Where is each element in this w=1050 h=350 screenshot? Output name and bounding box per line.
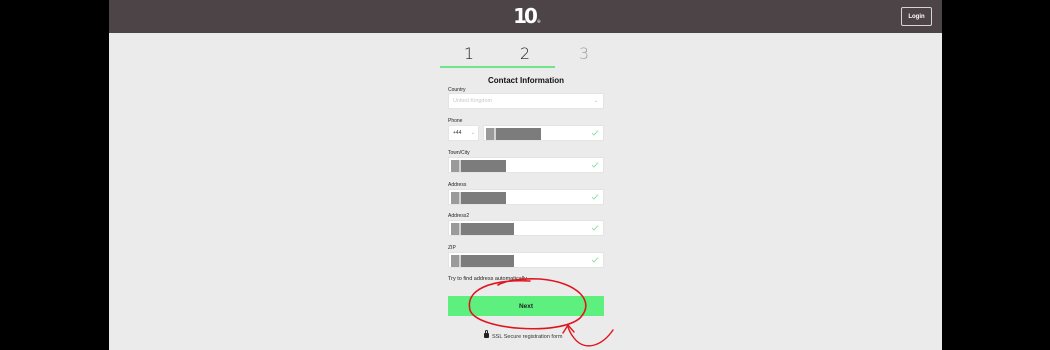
registration-stepper: 1 2 3 [440,44,610,68]
step-1: 1 [463,44,475,63]
check-icon [591,257,599,263]
login-button[interactable]: Login [901,7,932,26]
find-address-link[interactable]: Try to find address automatically [448,276,527,282]
country-value: United Kingdom [453,98,493,104]
next-button[interactable]: Next [448,296,604,316]
redacted-value [451,160,506,172]
brand-logo[interactable]: 10 ® [512,4,542,28]
phone-input[interactable] [483,125,604,141]
zip-input[interactable] [448,252,604,268]
step-progress-line [440,66,555,68]
country-select[interactable]: United Kingdom ⌄ [448,93,604,109]
form-title: Contact Information [488,76,564,85]
step-2: 2 [519,44,531,63]
redacted-value [451,223,514,235]
redacted-value [451,255,514,267]
address-label: Address [448,182,467,188]
redacted-value [486,128,541,140]
chevron-down-icon: ⌄ [470,130,475,136]
top-header-bar: 10 ® Login [109,0,942,33]
phone-code-value: +44 [453,130,462,136]
ssl-note-text: SSL Secure registration form [492,334,563,340]
logo-text: 10 [513,4,538,28]
check-icon [591,225,599,231]
town-label: Town/City [448,150,470,156]
ssl-note: SSL Secure registration form [484,330,563,340]
logo-trademark: ® [536,19,541,24]
address2-input[interactable] [448,220,604,236]
check-icon [591,162,599,168]
phone-country-code-select[interactable]: +44 ⌄ [448,125,479,141]
step-3: 3 [578,44,590,63]
check-icon [591,194,599,200]
address2-label: Address2 [448,213,470,219]
town-input[interactable] [448,157,604,173]
address-input[interactable] [448,189,604,205]
phone-label: Phone [448,118,463,124]
redacted-value [451,192,506,204]
chevron-down-icon: ⌄ [593,98,598,104]
zip-label: ZIP [448,245,456,251]
lock-icon [484,330,489,338]
screenshot-stage: 10 ® Login 1 2 3 Contact Information Coun… [0,0,1050,350]
registration-page: 10 ® Login 1 2 3 Contact Information Coun… [109,0,942,350]
check-icon [591,130,599,136]
